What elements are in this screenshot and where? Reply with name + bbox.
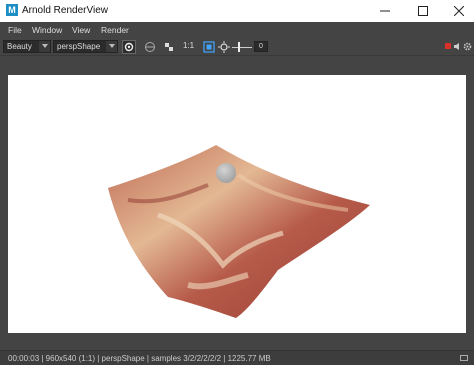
menu-file[interactable]: File [8,25,22,35]
rendered-terrain-image [108,145,370,318]
zoom-one-to-one-button[interactable]: 1:1 [183,41,194,50]
stop-render-icon [445,43,451,49]
menu-window[interactable]: Window [32,25,62,35]
aov-dropdown[interactable]: Beauty [3,40,51,53]
crop-button[interactable] [162,40,176,54]
color-swatch-icon [203,41,215,53]
snapshot-icon[interactable] [460,355,468,361]
refresh-icon [145,42,155,52]
close-icon [454,6,464,16]
sound-toggle-button[interactable] [453,40,462,54]
maximize-button[interactable] [408,0,438,22]
exposure-slider-track[interactable] [232,47,252,48]
render-region-icon [122,40,136,54]
settings-button[interactable] [463,40,472,54]
crop-icon [165,43,173,51]
refresh-button[interactable] [143,40,157,54]
maximize-icon [418,6,428,16]
menu-bar: File Window View Render [0,22,474,38]
chevron-down-icon [42,44,48,48]
exposure-slider-handle[interactable] [238,42,240,52]
render-button[interactable] [122,40,136,54]
menu-view[interactable]: View [72,25,90,35]
close-button[interactable] [444,0,474,22]
aov-dropdown-value: Beauty [7,42,32,51]
exposure-value-field[interactable]: 0 [254,41,268,52]
color-correct-button[interactable] [202,40,216,54]
status-text: 00:00:03 | 960x540 (1:1) | perspShape | … [8,354,271,363]
camera-dropdown-arrow-box [106,41,117,52]
minimize-button[interactable] [370,0,400,22]
exposure-value: 0 [259,43,263,50]
chevron-down-icon [109,44,115,48]
render-sound-icon [454,43,459,50]
maya-app-icon: M [6,4,18,16]
menu-render[interactable]: Render [101,25,129,35]
title-bar: M Arnold RenderView [0,0,474,22]
settings-gear-icon [463,42,472,51]
stop-render-button[interactable] [444,40,452,54]
toolbar: Beauty perspShape 1:1 0 [0,38,474,56]
exposure-slider-icon [218,41,230,53]
camera-dropdown-value: perspShape [57,42,101,51]
camera-dropdown[interactable]: perspShape [53,40,118,53]
render-image[interactable] [8,75,466,333]
aov-dropdown-arrow-box [39,41,50,52]
exposure-toggle[interactable] [217,40,231,54]
minimize-icon [380,10,390,12]
window-title: Arnold RenderView [22,5,108,16]
status-bar: 00:00:03 | 960x540 (1:1) | perspShape | … [0,350,474,365]
